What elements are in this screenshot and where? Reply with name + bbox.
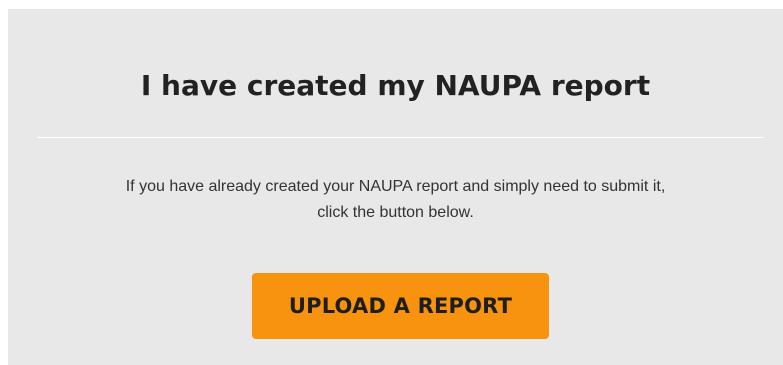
card-description: If you have already created your NAUPA r… bbox=[8, 174, 783, 226]
description-line-1: If you have already created your NAUPA r… bbox=[125, 178, 666, 195]
upload-report-card: I have created my NAUPA report If you ha… bbox=[8, 9, 783, 365]
card-title: I have created my NAUPA report bbox=[140, 69, 651, 102]
divider bbox=[37, 137, 764, 138]
description-line-2: click the button below. bbox=[317, 204, 474, 221]
upload-report-button[interactable]: UPLOAD A REPORT bbox=[252, 273, 549, 339]
